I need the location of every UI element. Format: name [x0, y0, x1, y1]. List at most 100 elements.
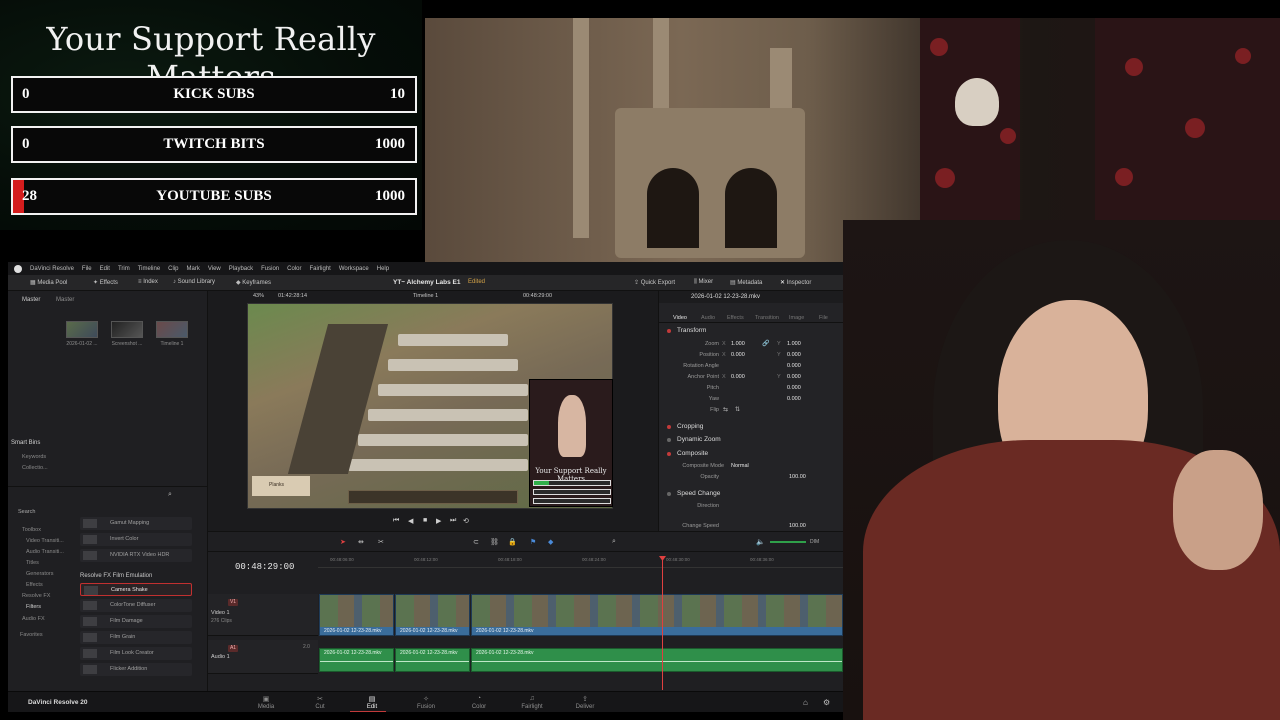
home-icon[interactable]: ⌂	[803, 698, 808, 707]
dynamic-zoom-section[interactable]: Dynamic Zoom	[677, 436, 721, 443]
inspector-tab-transition[interactable]: Transition	[755, 315, 779, 321]
inspector-tab-video[interactable]: Video	[673, 315, 687, 321]
zoom-x-value[interactable]: 1.000	[731, 341, 745, 347]
menu-fairlight[interactable]: Fairlight	[309, 266, 330, 272]
metadata-button[interactable]: ▤ Metadata	[730, 279, 762, 286]
menu-playback[interactable]: Playback	[229, 266, 253, 272]
lock-icon[interactable]: 🔒	[508, 538, 517, 546]
transform-section[interactable]: Transform	[677, 327, 706, 334]
fx-item[interactable]: NVIDIA RTX Video HDR	[80, 549, 192, 562]
reverse-play-icon[interactable]: ◀	[408, 517, 413, 525]
position-y-value[interactable]: 0.000	[787, 352, 801, 358]
media-pool-tab-master[interactable]: Master	[22, 297, 40, 303]
linked-selection-icon[interactable]: ⛓	[490, 538, 499, 546]
fx-item[interactable]: Invert Color	[80, 533, 192, 546]
index-button[interactable]: ≡ Index	[138, 279, 158, 285]
fx-item[interactable]: ColorTone Diffuser	[80, 599, 192, 612]
blade-tool-icon[interactable]: ✂	[378, 538, 384, 546]
video-clip[interactable]: 2026-01-02 12-23-28.mkv	[471, 594, 843, 636]
settings-icon[interactable]: ⚙	[823, 698, 830, 707]
fx-category-toolbox[interactable]: Toolbox	[22, 527, 41, 533]
inspector-tab-effects[interactable]: Effects	[727, 315, 744, 321]
fx-item-camera-shake[interactable]: Camera Shake	[80, 583, 192, 596]
menu-color[interactable]: Color	[287, 266, 301, 272]
go-to-end-icon[interactable]: ⏭	[450, 517, 456, 525]
fx-category-resolve-fx[interactable]: Resolve FX	[22, 593, 50, 599]
video-track-badge[interactable]: V1	[228, 599, 238, 606]
edit-page-icon[interactable]: ▤	[354, 695, 390, 703]
go-to-start-icon[interactable]: ⏮	[393, 517, 399, 525]
speed-change-enabled-dot[interactable]	[667, 492, 671, 496]
zoom-icon[interactable]: ⌕	[612, 538, 616, 546]
inspector-tab-image[interactable]: Image	[789, 315, 804, 321]
fx-category-audio-fx[interactable]: Audio FX	[22, 616, 45, 622]
fx-category-effects[interactable]: Effects	[26, 582, 43, 588]
menu-file[interactable]: File	[82, 266, 92, 272]
audio-clip[interactable]: 2026-01-02 12-23-28.mkv	[395, 648, 470, 672]
play-icon[interactable]: ▶	[436, 517, 441, 525]
media-page-icon[interactable]: ▣	[248, 695, 284, 703]
selection-tool-icon[interactable]: ➤	[340, 538, 346, 546]
game-footage-frame[interactable]: Planks Your Support Really Matters	[247, 303, 613, 509]
fusion-page-icon[interactable]: ✧	[408, 695, 444, 703]
snapping-icon[interactable]: ⊂	[473, 538, 479, 546]
position-x-value[interactable]: 0.000	[731, 352, 745, 358]
page-tab-cut[interactable]: Cut	[302, 704, 338, 710]
fx-item[interactable]: Flicker Addition	[80, 663, 192, 676]
inspector-tab-file[interactable]: File	[819, 315, 828, 321]
page-tab-deliver[interactable]: Deliver	[567, 704, 603, 710]
composite-enabled-dot[interactable]	[667, 452, 671, 456]
fx-category-filters[interactable]: Filters	[26, 604, 41, 610]
fx-item[interactable]: Film Damage	[80, 615, 192, 628]
stop-icon[interactable]: ■	[423, 517, 427, 524]
cropping-enabled-dot[interactable]	[667, 425, 671, 429]
video-clip[interactable]: 2026-01-02 12-23-28.mkv	[319, 594, 394, 636]
viewer-zoom[interactable]: 43%	[253, 293, 264, 299]
audio-track-badge[interactable]: A1	[228, 645, 238, 652]
menu-workspace[interactable]: Workspace	[339, 266, 369, 272]
flip-horizontal-icon[interactable]: ⇆	[723, 406, 728, 413]
effects-button[interactable]: ✦ Effects	[93, 279, 118, 286]
timeline-thumbnail[interactable]	[156, 321, 188, 338]
anchor-x-value[interactable]: 0.000	[731, 374, 745, 380]
menu-view[interactable]: View	[208, 266, 221, 272]
playhead[interactable]	[662, 558, 663, 690]
timeline-selector[interactable]: Timeline 1	[413, 293, 438, 299]
deliver-page-icon[interactable]: ⇪	[567, 695, 603, 703]
fx-item[interactable]: Film Look Creator	[80, 647, 192, 660]
inspector-button[interactable]: ✕ Inspector	[780, 279, 811, 286]
timeline-ruler[interactable]: 00:48:06:00 00:48:12:00 00:48:18:00 00:4…	[318, 554, 843, 568]
cut-page-icon[interactable]: ✂	[302, 695, 338, 703]
mixer-button[interactable]: ⫼ Mixer	[694, 279, 713, 286]
video-clip[interactable]: 2026-01-02 12-23-28.mkv	[395, 594, 470, 636]
fx-category-generators[interactable]: Generators	[26, 571, 54, 577]
marker-icon[interactable]: ◆	[548, 538, 553, 546]
menu-trim[interactable]: Trim	[118, 266, 130, 272]
page-tab-media[interactable]: Media	[248, 704, 284, 710]
rotation-value[interactable]: 0.000	[787, 363, 801, 369]
composite-section[interactable]: Composite	[677, 450, 708, 457]
audio-clip[interactable]: 2026-01-02 12-23-28.mkv	[471, 648, 843, 672]
fx-category-titles[interactable]: Titles	[26, 560, 39, 566]
yaw-value[interactable]: 0.000	[787, 396, 801, 402]
speed-change-section[interactable]: Speed Change	[677, 490, 720, 497]
page-tab-fairlight[interactable]: Fairlight	[514, 704, 550, 710]
media-clip-thumbnail[interactable]	[66, 321, 98, 338]
media-pool-bin-master[interactable]: Master	[56, 297, 74, 303]
page-tab-color[interactable]: Color	[461, 704, 497, 710]
fx-item[interactable]: Film Grain	[80, 631, 192, 644]
menu-edit[interactable]: Edit	[100, 266, 110, 272]
flip-vertical-icon[interactable]: ⇅	[735, 406, 740, 413]
menu-clip[interactable]: Clip	[168, 266, 178, 272]
inspector-tab-audio[interactable]: Audio	[701, 315, 715, 321]
quick-export-button[interactable]: ⇪ Quick Export	[634, 279, 675, 286]
effects-search-label[interactable]: Search	[18, 509, 35, 515]
smart-bin-collections[interactable]: Collectio...	[22, 465, 48, 471]
anchor-y-value[interactable]: 0.000	[787, 374, 801, 380]
smart-bin-keywords[interactable]: Keywords	[22, 454, 46, 460]
fx-item[interactable]: Gamut Mapping	[80, 517, 192, 530]
menu-mark[interactable]: Mark	[187, 266, 200, 272]
audio-clip[interactable]: 2026-01-02 12-23-28.mkv	[319, 648, 394, 672]
sound-library-button[interactable]: ♪ Sound Library	[173, 279, 215, 285]
fx-category-video-transitions[interactable]: Video Transiti...	[26, 538, 64, 544]
